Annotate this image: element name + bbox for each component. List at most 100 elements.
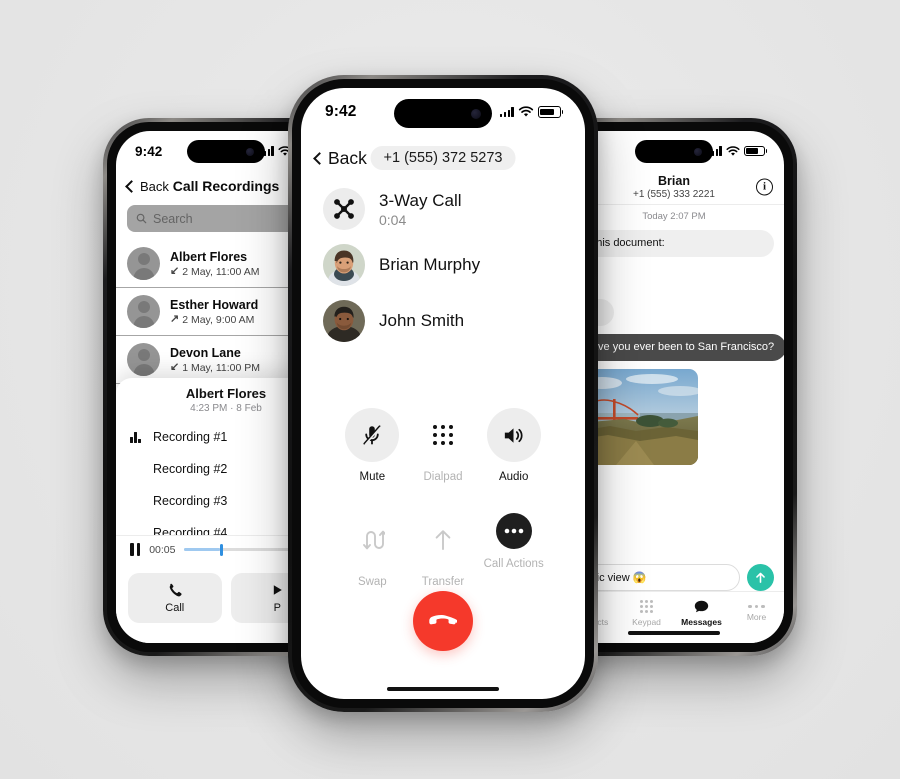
audio-label: Audio [498,471,529,483]
phone-number-pill: +1 (555) 372 5273 [370,146,516,170]
speaker-icon [486,408,541,462]
list-item-name: Devon Lane [170,345,241,360]
end-call-button[interactable] [413,591,473,651]
dynamic-island [187,140,265,163]
list-item-meta: ↙ 1 May, 11:00 PM [170,362,260,374]
list-item-meta: ↙ 2 May, 11:00 AM [170,266,259,278]
search-icon [136,213,147,224]
send-button[interactable] [747,564,774,591]
mic-off-glyph [363,425,382,446]
participant-name: John Smith [379,311,465,330]
send-arrow-icon [756,572,765,583]
audio-button[interactable]: Audio [478,408,549,483]
dynamic-island [394,99,492,128]
avatar [323,300,365,342]
mute-label: Mute [359,471,386,483]
arrow-up-icon [416,513,470,567]
phone-icon [169,583,182,597]
avatar [323,244,365,286]
swap-label: Swap [357,576,387,588]
message-bubble[interactable]: Have you ever been to San Francisco? [574,333,784,361]
wifi-icon [518,106,534,117]
tab-label: Messages [681,617,722,627]
participant-row[interactable]: John Smith [323,300,563,342]
tab-more[interactable]: More [729,604,784,623]
list-item-name: Esther Howard [170,297,259,312]
tab-label: Keypad [632,617,661,627]
back-button[interactable]: Back [313,147,367,169]
message-bubble-icon [694,600,709,613]
mute-button[interactable]: Mute [337,408,408,483]
peer-name: Brian [658,173,690,188]
transfer-label: Transfer [421,576,465,588]
call-title: 3-Way Call [379,190,462,210]
avatar [127,247,160,280]
transfer-button[interactable]: Transfer [408,513,479,588]
play-button-label: P [273,602,281,614]
center-phone-device: 9:42 Back +1 (555) 372 5273 3-Way Call 0… [288,75,598,712]
conference-text: 3-Way Call 0:04 [379,191,462,228]
cellular-signal-icon [499,107,514,117]
call-button[interactable]: Call [128,573,222,623]
tab-label: More [746,612,767,623]
dialpad-glyph [432,425,453,445]
home-indicator [628,631,720,635]
document-attachment[interactable] [574,265,774,299]
merge-call-icon [323,188,365,230]
avatar [127,343,160,376]
front-camera-icon [694,147,702,156]
front-camera-icon [471,108,481,119]
center-phone-bezel: 9:42 Back +1 (555) 372 5273 3-Way Call 0… [292,79,594,708]
back-button-label: Back [140,178,169,194]
back-button[interactable]: Back [125,178,169,194]
conference-row[interactable]: 3-Way Call 0:04 [323,188,563,230]
participant-row[interactable]: Brian Murphy [323,244,563,286]
tab-messages[interactable]: Messages [674,600,729,627]
battery-icon [538,106,561,118]
call-duration: 0:04 [379,211,407,228]
day-stamp: Today 2:07 PM [642,211,706,222]
merge-call-glyph [334,199,354,219]
status-time: 9:42 [325,103,357,120]
dialpad-label: Dialpad [423,471,463,483]
recording-label: Recording #3 [153,494,228,508]
front-camera-icon [246,147,254,156]
pause-icon[interactable] [130,543,141,556]
back-button-label: Back [328,147,367,168]
call-direction-icon: ↙ [170,265,180,277]
recording-label: Recording #4 [153,526,228,535]
swap-icon [345,513,399,567]
call-nav-bar: Back +1 (555) 372 5273 [301,136,585,180]
peer-number: +1 (555) 333 2221 [632,188,715,200]
tab-keypad[interactable]: Keypad [619,600,674,627]
status-icons [707,145,765,157]
avatar [127,295,160,328]
page-title: Call Recordings [172,178,280,194]
mic-off-icon [345,408,400,462]
peer-header[interactable]: Brian +1 (555) 333 2221 [633,174,715,200]
list-item-time: 1 May, 11:00 PM [182,361,261,374]
list-item-time: 2 May, 11:00 AM [182,265,260,278]
keypad-icon [640,600,653,613]
list-item-name: Albert Flores [170,249,248,264]
recording-label: Recording #2 [153,462,228,476]
list-item-time: 2 May, 9:00 AM [182,313,255,326]
call-actions-label: Call Actions [483,558,544,570]
play-icon [274,585,283,595]
info-icon[interactable]: i [756,178,773,195]
ellipsis-icon [495,513,532,549]
center-phone-screen: 9:42 Back +1 (555) 372 5273 3-Way Call 0… [301,88,585,699]
dialpad-button[interactable]: Dialpad [408,408,479,483]
avatar-john [323,300,365,342]
swap-button[interactable]: Swap [337,513,408,588]
avatar-brian [323,244,365,286]
status-time: 9:42 [135,143,163,159]
battery-icon [744,145,765,157]
search-placeholder: Search [153,211,193,226]
arrow-up-glyph [435,530,451,550]
participant-name: Brian Murphy [379,255,481,274]
call-actions-button[interactable]: Call Actions [478,513,549,588]
call-direction-icon: ↙ [170,361,180,373]
scene: 9:42 Back Call Recordings Search Albert … [0,0,900,779]
chevron-left-icon [313,151,326,165]
